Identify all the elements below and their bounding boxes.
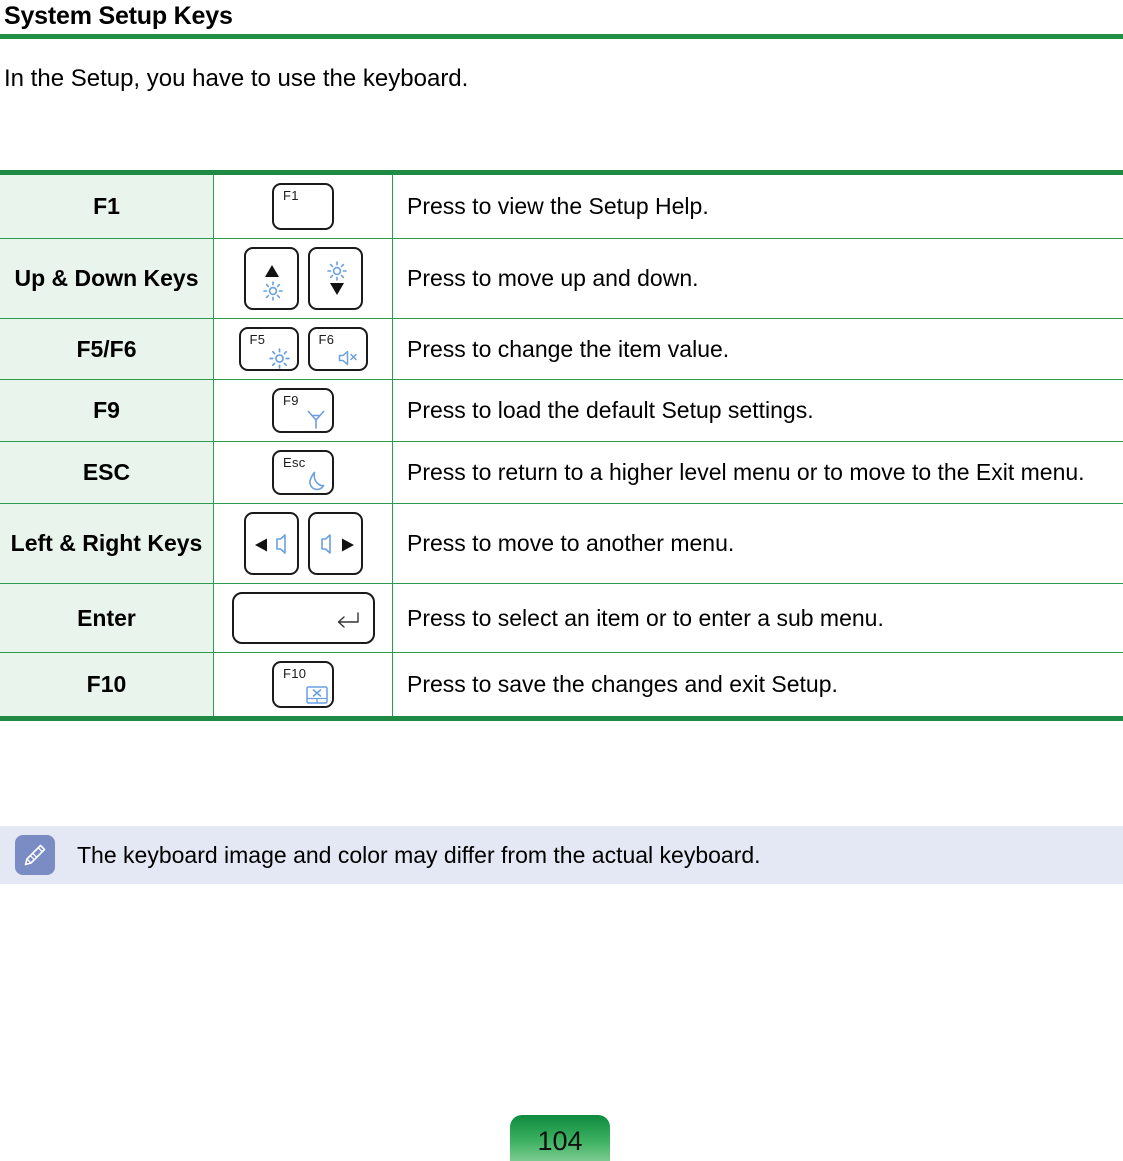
key-name-cell: ESC xyxy=(0,442,214,504)
keycap-esc: Esc xyxy=(272,450,334,495)
key-description-cell: Press to change the item value. xyxy=(393,319,1123,380)
keycap-group: Esc xyxy=(214,450,392,495)
table-row: F9 F9 Press to load t xyxy=(0,380,1123,442)
keycap-group xyxy=(214,512,392,575)
enter-return-icon xyxy=(334,612,360,635)
keycap-f9: F9 xyxy=(272,388,334,433)
brightness-icon xyxy=(269,348,290,374)
page-header: System Setup Keys In the Setup, you have… xyxy=(0,0,1123,93)
keycap-label: F1 xyxy=(283,189,299,203)
keycap-label: F9 xyxy=(283,394,299,408)
key-image-cell xyxy=(214,239,393,319)
key-image-cell: F9 xyxy=(214,380,393,442)
page-number-badge: 104 xyxy=(510,1115,610,1161)
keycap-group: F10 xyxy=(214,661,392,708)
page-number: 104 xyxy=(537,1120,582,1156)
keycap-label: F5 xyxy=(250,333,266,347)
system-setup-keys-table: F1 F1 Press to view the Setup Help. Up &… xyxy=(0,170,1123,721)
keycap-arrow-left xyxy=(244,512,299,575)
keycap-group xyxy=(214,247,392,310)
table-row: Up & Down Keys xyxy=(0,239,1123,319)
arrow-down-icon xyxy=(329,283,345,301)
keycap-group: F5 xyxy=(214,327,392,371)
key-description-cell: Press to load the default Setup settings… xyxy=(393,380,1123,442)
key-description-cell: Press to move to another menu. xyxy=(393,504,1123,584)
table-row: F10 F10 xyxy=(0,653,1123,719)
key-description-cell: Press to select an item or to enter a su… xyxy=(393,584,1123,653)
key-name-cell: F5/F6 xyxy=(0,319,214,380)
keycap-arrow-down xyxy=(308,247,363,310)
keycap-label: F6 xyxy=(319,333,335,347)
intro-paragraph: In the Setup, you have to use the keyboa… xyxy=(0,39,1123,93)
key-description-cell: Press to save the changes and exit Setup… xyxy=(393,653,1123,719)
volume-down-speaker-icon xyxy=(269,532,289,561)
keycap-f10: F10 xyxy=(272,661,334,708)
key-image-cell: F1 xyxy=(214,173,393,239)
table-row: Enter Press to select an item or to ente… xyxy=(0,584,1123,653)
keycap-group: F1 xyxy=(214,183,392,230)
keycap-label: F10 xyxy=(283,667,306,681)
speaker-mute-icon xyxy=(337,349,361,372)
keycap-group xyxy=(214,592,392,644)
keycap-f5: F5 xyxy=(239,327,299,371)
key-name-cell: F1 xyxy=(0,173,214,239)
key-name-cell: F10 xyxy=(0,653,214,719)
key-name-cell: Left & Right Keys xyxy=(0,504,214,584)
key-description-cell: Press to move up and down. xyxy=(393,239,1123,319)
keycap-f6: F6 xyxy=(308,327,368,371)
brightness-up-icon xyxy=(263,281,283,306)
key-image-cell xyxy=(214,584,393,653)
keycap-group: F9 xyxy=(214,388,392,433)
keycap-enter xyxy=(232,592,375,644)
note-callout: The keyboard image and color may differ … xyxy=(0,826,1123,884)
arrow-right-icon xyxy=(341,538,354,557)
sleep-moon-icon xyxy=(307,470,329,497)
keycap-f1: F1 xyxy=(272,183,334,230)
keycap-arrow-up xyxy=(244,247,299,310)
touchpad-off-icon xyxy=(305,685,329,710)
page-title: System Setup Keys xyxy=(0,0,1123,30)
table-row: F1 F1 Press to view the Setup Help. xyxy=(0,173,1123,239)
pencil-note-icon xyxy=(15,835,55,875)
wireless-antenna-icon xyxy=(304,407,328,436)
table-row: Left & Right Keys xyxy=(0,504,1123,584)
key-image-cell: Esc xyxy=(214,442,393,504)
key-image-cell xyxy=(214,504,393,584)
key-name-cell: Enter xyxy=(0,584,214,653)
volume-up-speaker-icon xyxy=(320,532,340,561)
arrow-left-icon xyxy=(255,538,268,557)
note-text: The keyboard image and color may differ … xyxy=(77,841,761,869)
keycap-arrow-right xyxy=(308,512,363,575)
keycap-label: Esc xyxy=(283,456,306,470)
table-row: ESC Esc Press to return to a higher leve… xyxy=(0,442,1123,504)
table-row: F5/F6 F5 xyxy=(0,319,1123,380)
key-description-cell: Press to view the Setup Help. xyxy=(393,173,1123,239)
key-name-cell: F9 xyxy=(0,380,214,442)
key-description-cell: Press to return to a higher level menu o… xyxy=(393,442,1123,504)
key-name-cell: Up & Down Keys xyxy=(0,239,214,319)
key-image-cell: F10 xyxy=(214,653,393,719)
key-image-cell: F5 xyxy=(214,319,393,380)
